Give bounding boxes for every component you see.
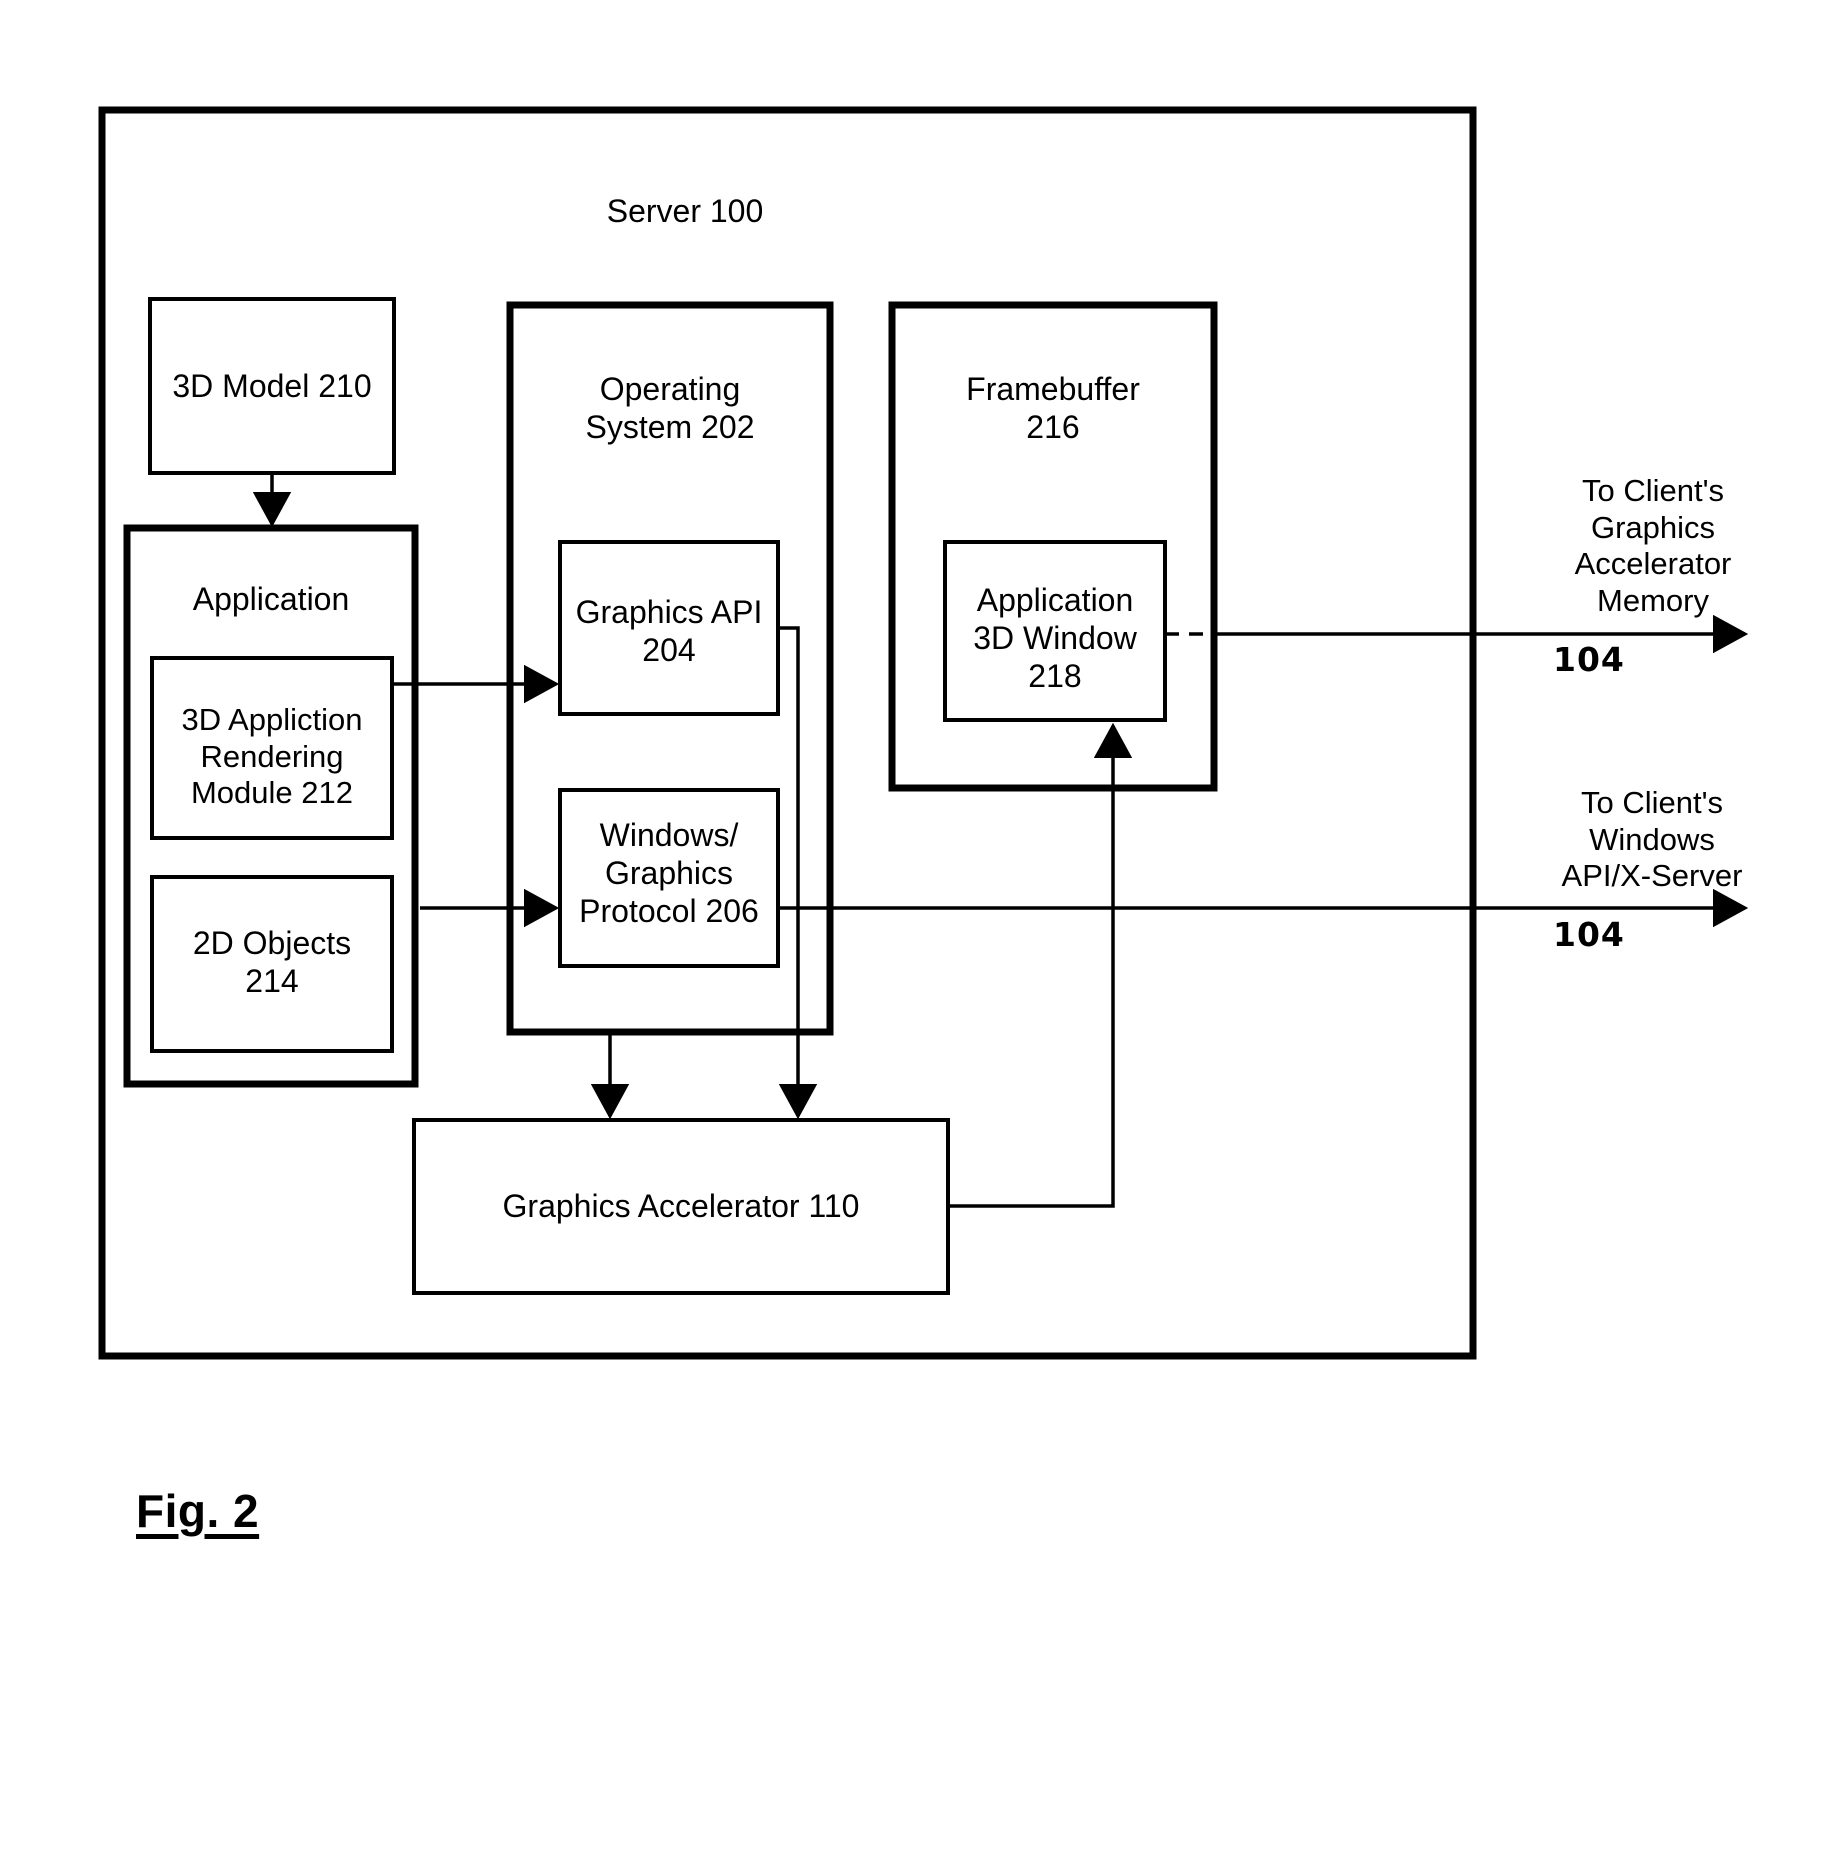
client-accelerator-memory-ref: 104 [1553, 640, 1625, 679]
application-box-outline [123, 524, 419, 1088]
arrow-graphics-api-to-accelerator [778, 626, 818, 1120]
objects-2d-box-outline [150, 875, 394, 1053]
graphics-api-box-outline [558, 540, 780, 716]
model-3d-box-outline [148, 297, 396, 475]
client-windows-api-ref: 104 [1553, 915, 1625, 954]
patent-figure-svg [98, 106, 1749, 1360]
app-3d-window-box-outline [943, 540, 1167, 722]
server-box-outline [98, 106, 1477, 1360]
arrow-accelerator-to-app-3d-window [948, 722, 1133, 1208]
graphics-accelerator-box-outline [412, 1118, 950, 1295]
figure-page: Server 100 3D Model 210 Application 3D A… [0, 0, 1824, 1864]
rendering-module-box-outline [150, 656, 394, 840]
windows-protocol-box-outline [558, 788, 780, 968]
figure-caption: Fig. 2 [136, 1485, 260, 1537]
